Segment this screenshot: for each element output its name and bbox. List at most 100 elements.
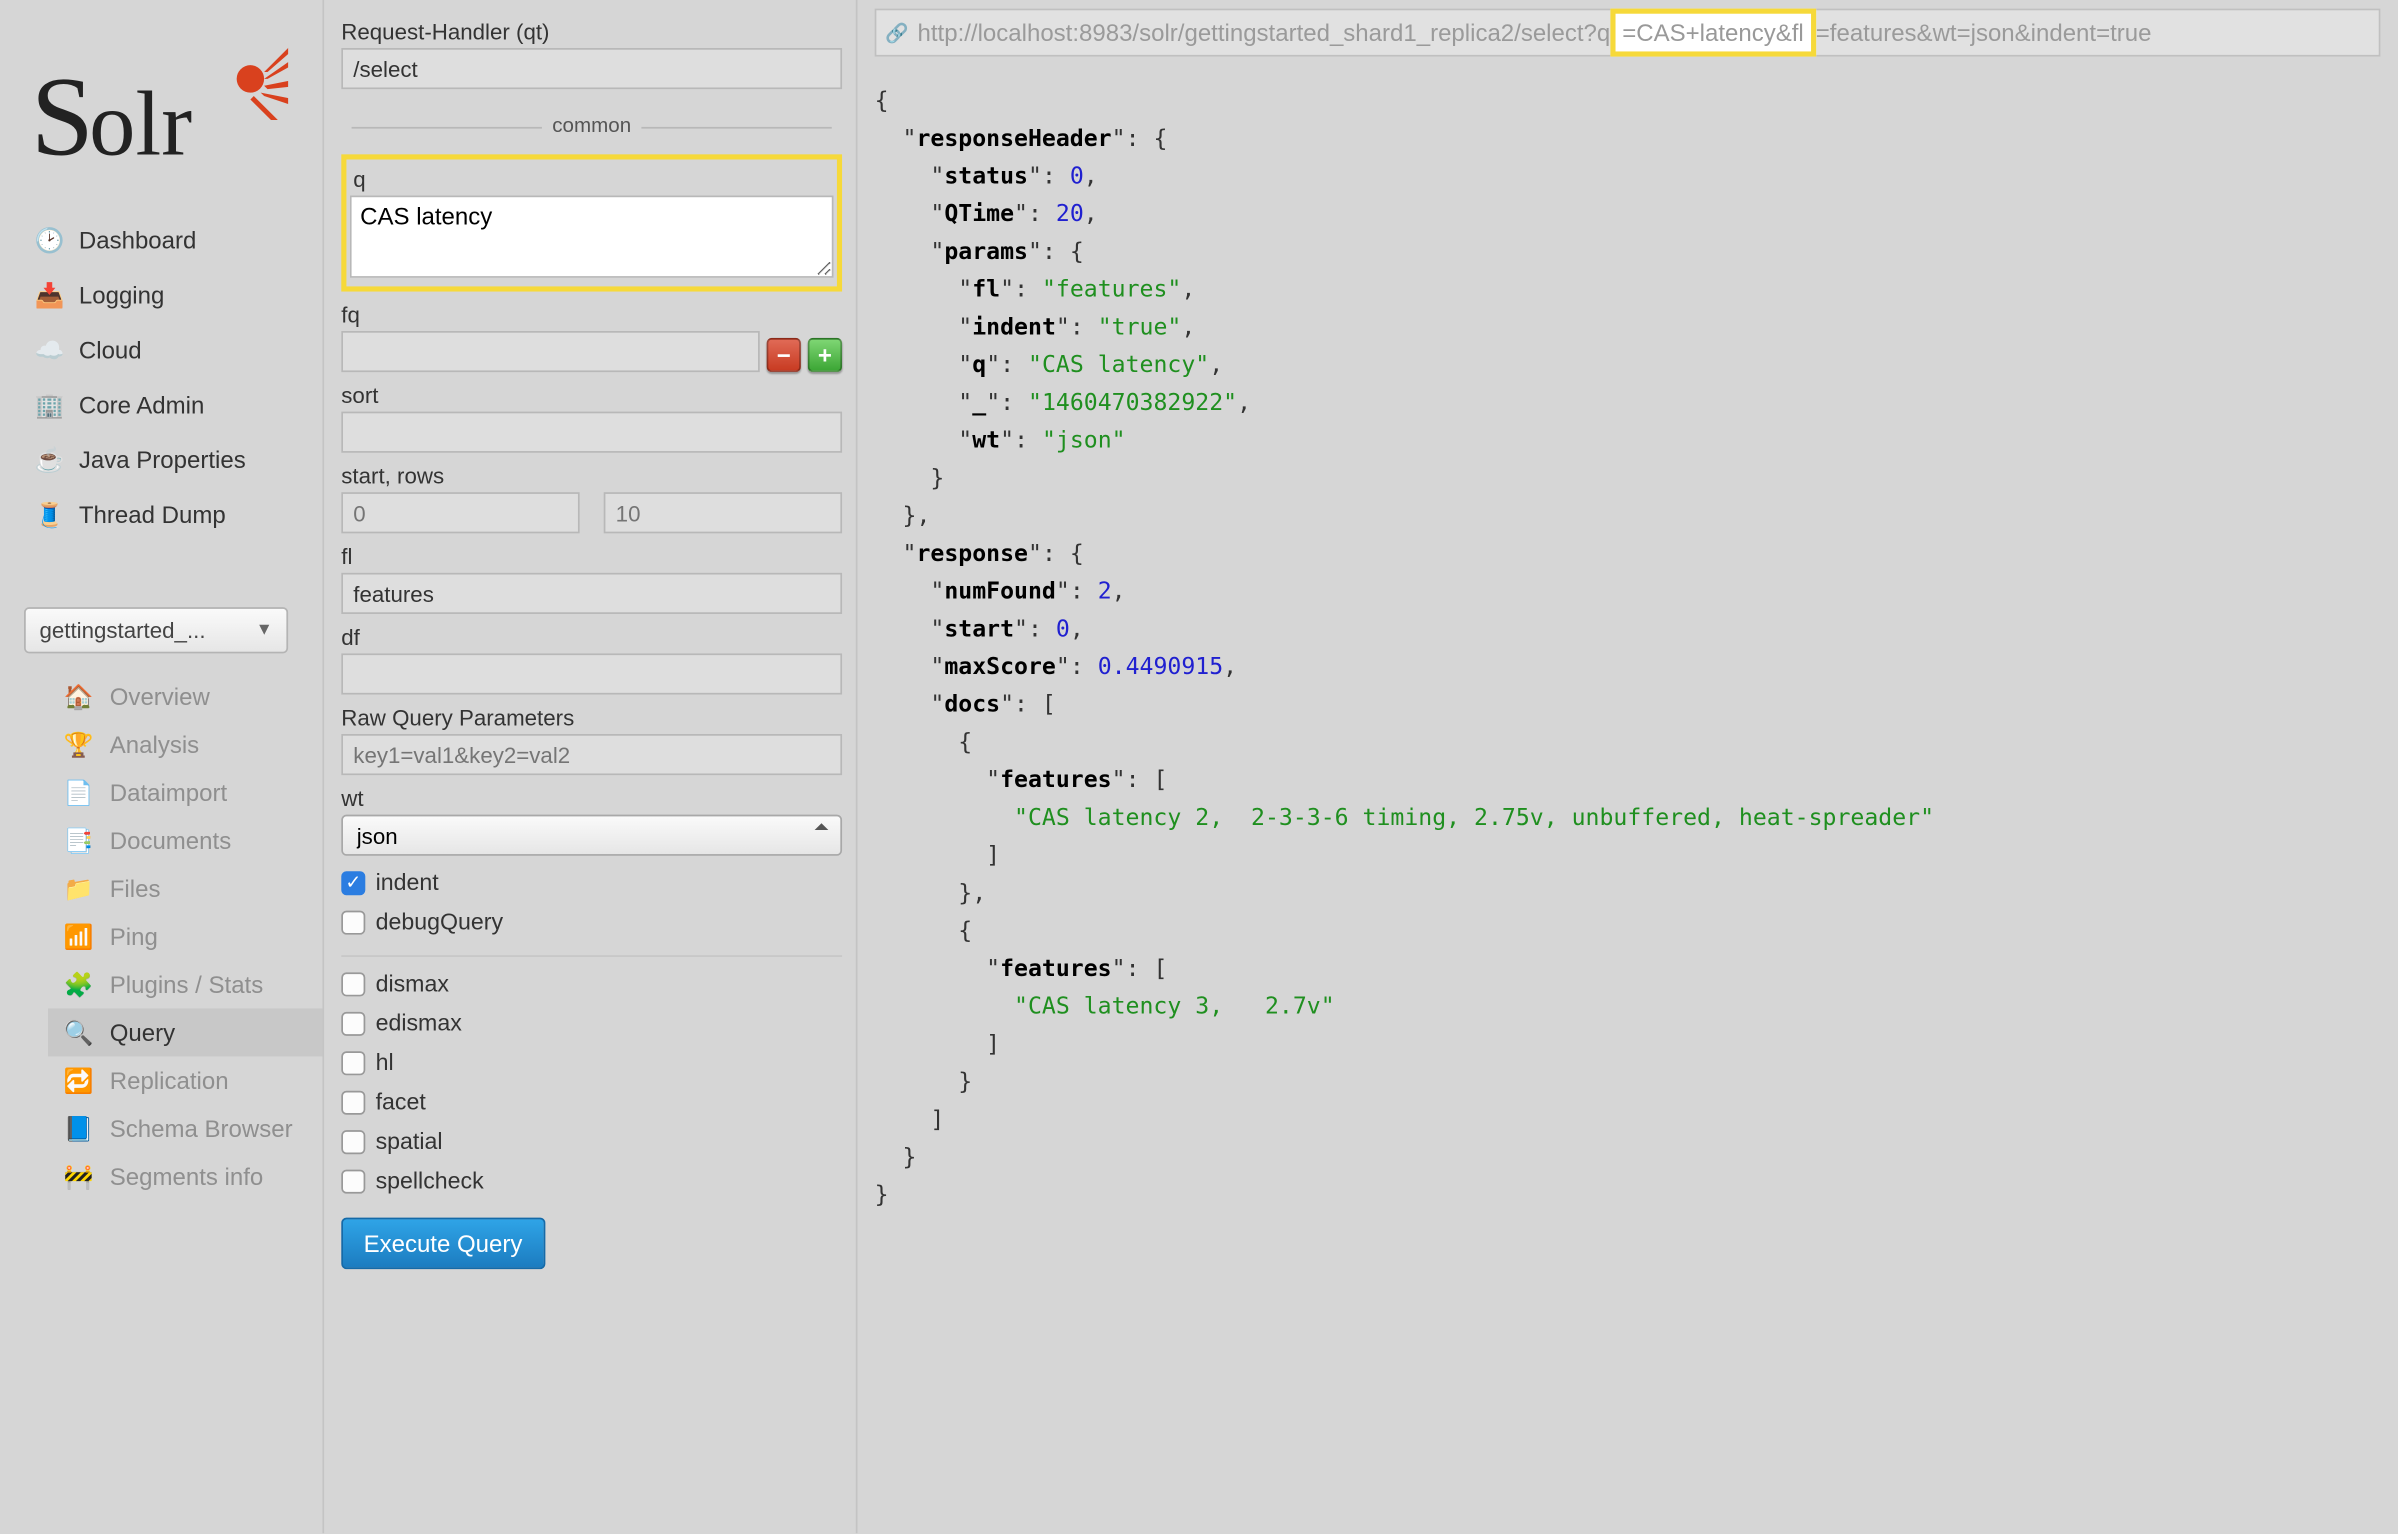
nav-logging[interactable]: 📥 Logging	[24, 268, 316, 323]
subnav-query[interactable]: 🔍Query	[48, 1008, 322, 1056]
chevron-down-icon: ▼	[256, 621, 273, 640]
start-input[interactable]	[341, 492, 579, 533]
facet-checkbox[interactable]	[341, 1090, 365, 1114]
documents-icon: 📑	[62, 827, 96, 854]
subnav-segments[interactable]: 🚧 Segments info	[48, 1152, 322, 1200]
fq-add-button[interactable]: +	[808, 338, 842, 372]
sub-label: Segments info	[110, 1163, 263, 1190]
nav-label: Logging	[79, 281, 164, 308]
sub-label: Dataimport	[110, 779, 227, 806]
fq-input[interactable]	[341, 331, 759, 372]
barrier-icon: 🚧	[62, 1163, 96, 1190]
query-form: Request-Handler (qt) common q CAS latenc…	[341, 9, 842, 1270]
ping-icon: 📶	[62, 923, 96, 950]
nav-label: Java Properties	[79, 446, 246, 473]
subnav-documents[interactable]: 📑 Documents	[48, 816, 322, 864]
debugquery-checkbox[interactable]	[341, 910, 365, 934]
subnav-schema[interactable]: 📘Schema Browser	[48, 1104, 322, 1152]
request-handler-label: Request-Handler (qt)	[341, 19, 842, 45]
folder-icon: 📁	[62, 875, 96, 902]
nav-label: Thread Dump	[79, 501, 226, 528]
main-nav: 🕑Dashboard 📥Logging ☁️Cloud 🏢Core Admin …	[24, 213, 316, 542]
edismax-checkbox[interactable]	[341, 1011, 365, 1035]
subnav-dataimport[interactable]: 📄Dataimport	[48, 768, 322, 816]
df-input[interactable]	[341, 653, 842, 694]
sub-label: Replication	[110, 1067, 229, 1094]
raw-params-label: Raw Query Parameters	[341, 705, 842, 731]
plus-icon: +	[818, 341, 832, 368]
url-text: http://localhost:8983/solr/gettingstarte…	[918, 9, 2152, 57]
sub-label: Ping	[110, 923, 158, 950]
debugquery-label: debugQuery	[376, 909, 503, 935]
raw-params-input[interactable]	[341, 734, 842, 775]
sub-label: Analysis	[110, 731, 199, 758]
nav-thread-dump[interactable]: 🧵 Thread Dump	[24, 487, 316, 542]
sort-input[interactable]	[341, 412, 842, 453]
dismax-checkbox[interactable]	[341, 972, 365, 996]
trophy-icon: 🏆	[62, 731, 96, 758]
nav-core-admin[interactable]: 🏢Core Admin	[24, 377, 316, 432]
nav-label: Core Admin	[79, 391, 204, 418]
spatial-label: spatial	[376, 1128, 443, 1154]
subnav-files[interactable]: 📁 Files	[48, 864, 322, 912]
wt-select[interactable]: json	[341, 815, 842, 856]
q-input[interactable]: CAS latency	[350, 196, 834, 278]
nav-cloud[interactable]: ☁️ Cloud	[24, 322, 316, 377]
fl-input[interactable]	[341, 573, 842, 614]
core-selector-dropdown[interactable]: gettingstarted_... ▼	[24, 607, 288, 653]
fq-label: fq	[341, 302, 842, 328]
fq-remove-button[interactable]: −	[767, 338, 801, 372]
q-label: q	[353, 166, 833, 192]
sub-label: Schema Browser	[110, 1115, 293, 1142]
home-icon: 🏠	[62, 683, 96, 710]
nav-java-properties[interactable]: ☕ Java Properties	[24, 432, 316, 487]
subnav-ping[interactable]: 📶 Ping	[48, 912, 322, 960]
divider	[641, 126, 831, 128]
core-selector-label: gettingstarted_...	[39, 617, 205, 643]
divider	[352, 126, 542, 128]
sub-label: Query	[110, 1019, 175, 1046]
svg-text:olr: olr	[89, 72, 192, 175]
df-label: df	[341, 624, 842, 650]
nav-label: Cloud	[79, 336, 142, 363]
start-rows-label: start, rows	[341, 463, 842, 489]
minus-icon: −	[777, 341, 791, 368]
json-response: { "responseHeader": { "status": 0, "QTim…	[875, 82, 1934, 1214]
spellcheck-checkbox[interactable]	[341, 1169, 365, 1193]
facet-label: facet	[376, 1089, 426, 1115]
indent-label: indent	[376, 870, 439, 896]
sub-label: Plugins / Stats	[110, 971, 263, 998]
request-handler-input[interactable]	[341, 48, 842, 89]
sub-label: Documents	[110, 827, 231, 854]
subnav-replication[interactable]: 🔁Replication	[48, 1056, 322, 1104]
coffee-icon: ☕	[34, 444, 65, 475]
sort-label: sort	[341, 382, 842, 408]
sub-label: Files	[110, 875, 161, 902]
wt-label: wt	[341, 785, 842, 811]
hl-checkbox[interactable]	[341, 1050, 365, 1074]
common-section-label: common	[552, 113, 631, 137]
subnav-overview[interactable]: 🏠 Overview	[48, 672, 322, 720]
inbox-icon: 📥	[34, 280, 65, 311]
sub-label: Overview	[110, 683, 210, 710]
spatial-checkbox[interactable]	[341, 1129, 365, 1153]
nav-label: Dashboard	[79, 226, 196, 253]
rows-input[interactable]	[604, 492, 842, 533]
svg-text:S: S	[31, 54, 94, 178]
divider	[341, 955, 842, 957]
spellcheck-label: spellcheck	[376, 1168, 484, 1194]
subnav-plugins[interactable]: 🧩 Plugins / Stats	[48, 960, 322, 1008]
execute-query-button[interactable]: Execute Query	[341, 1218, 544, 1269]
stack-icon: 🧵	[34, 499, 65, 530]
q-highlight-box: q CAS latency	[341, 154, 842, 291]
plugin-icon: 🧩	[62, 971, 96, 998]
hl-label: hl	[376, 1050, 394, 1076]
subnav-analysis[interactable]: 🏆 Analysis	[48, 720, 322, 768]
query-url-bar[interactable]: 🔗 http://localhost:8983/solr/gettingstar…	[875, 9, 2381, 57]
cloud-icon: ☁️	[34, 334, 65, 365]
link-icon: 🔗	[876, 21, 917, 43]
indent-checkbox[interactable]	[341, 870, 365, 894]
nav-dashboard[interactable]: 🕑Dashboard	[24, 213, 316, 268]
solr-logo: S olr	[31, 31, 288, 187]
fl-label: fl	[341, 544, 842, 570]
